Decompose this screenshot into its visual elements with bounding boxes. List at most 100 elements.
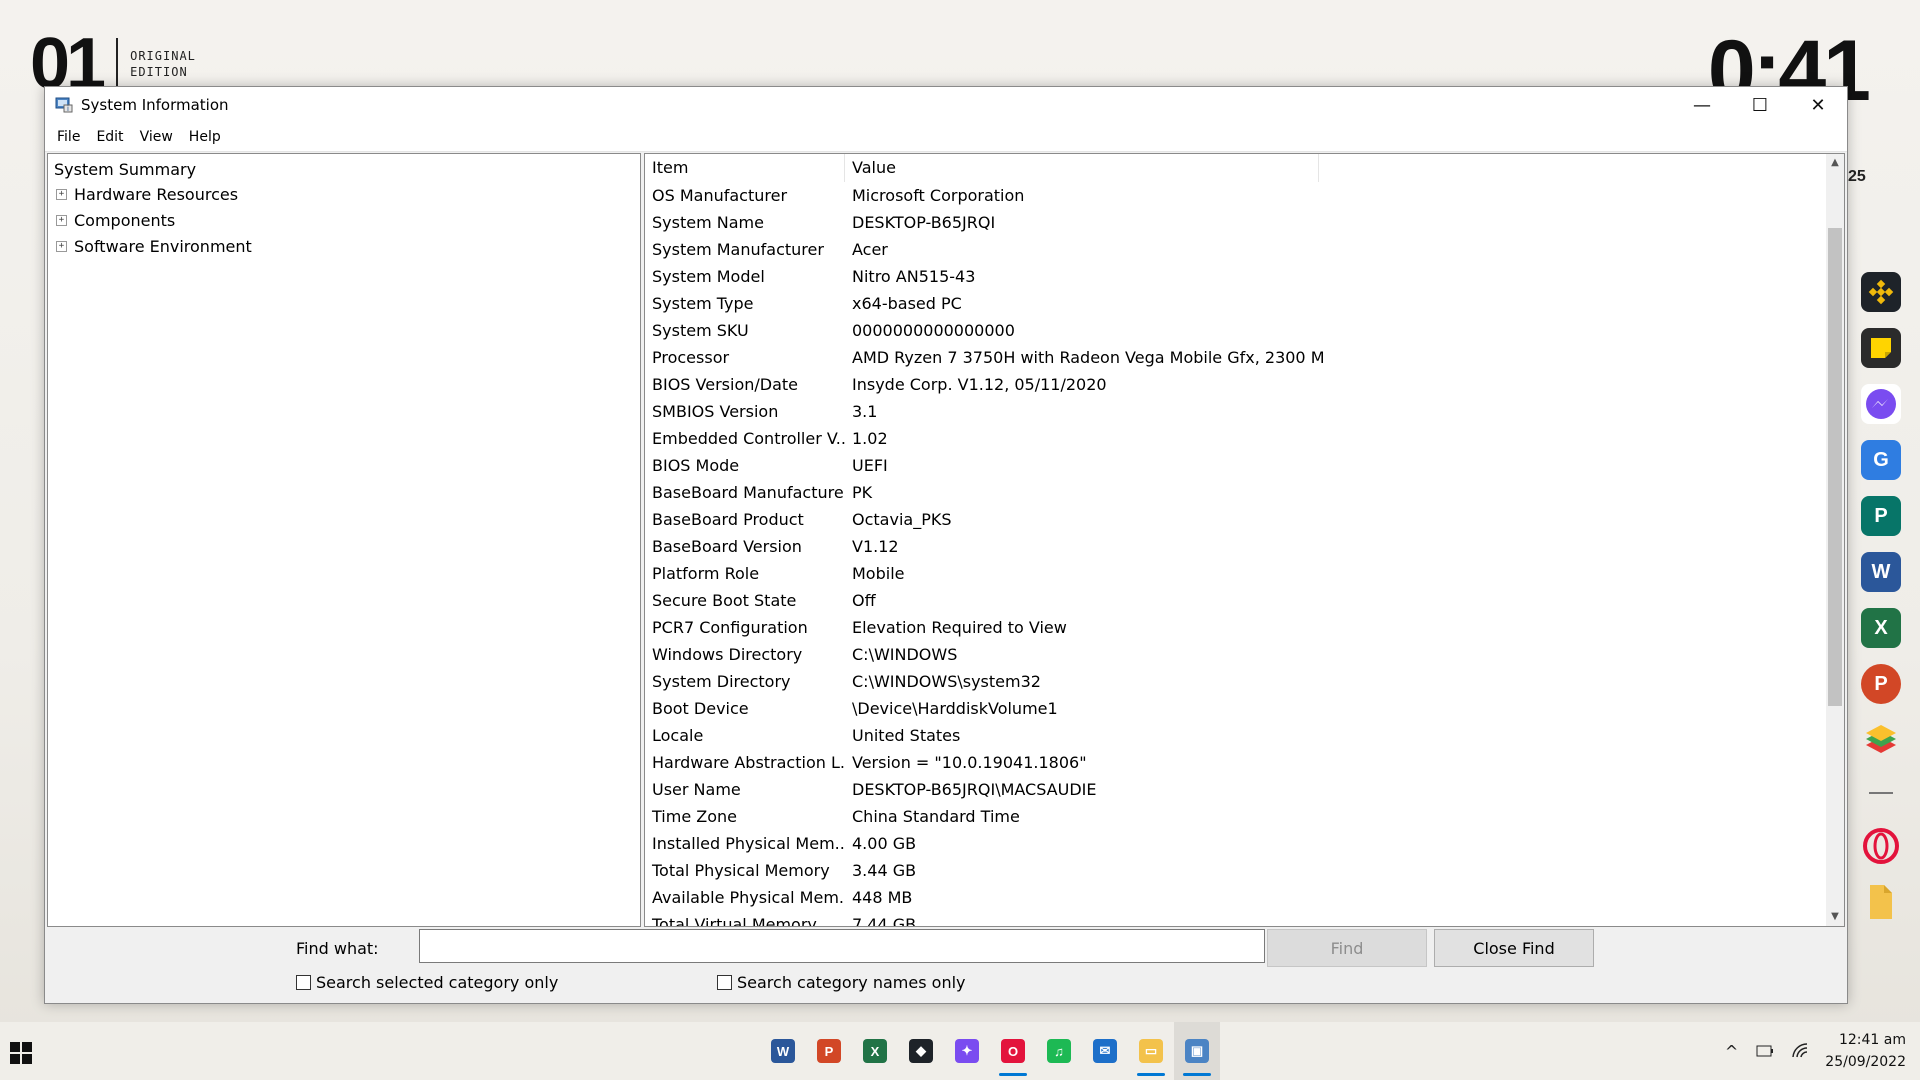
expand-icon[interactable]: + — [56, 215, 67, 226]
messenger-icon[interactable] — [1861, 384, 1901, 424]
cell-value: 7.44 GB — [852, 915, 917, 926]
cell-item: User Name — [652, 780, 741, 799]
column-header-item[interactable]: Item — [645, 154, 845, 182]
sticky-notes-icon[interactable] — [1861, 328, 1901, 368]
cell-item: System SKU — [652, 321, 749, 340]
show-hidden-icons-chevron-icon[interactable]: ^ — [1725, 1042, 1738, 1061]
column-header-value[interactable]: Value — [845, 154, 1319, 182]
scroll-up-icon[interactable]: ▲ — [1826, 154, 1844, 172]
expand-icon[interactable]: + — [56, 189, 67, 200]
expand-icon[interactable]: + — [56, 241, 67, 252]
checkbox-label: Search category names only — [737, 973, 966, 992]
taskbar-clock[interactable]: 12:41 am 25/09/2022 — [1825, 1029, 1906, 1073]
cell-value: 1.02 — [852, 429, 888, 448]
table-row[interactable]: Installed Physical Mem... 4.00 GB — [645, 830, 1825, 857]
taskbar-app-excel[interactable]: X — [852, 1022, 898, 1080]
bluestacks-icon[interactable] — [1861, 720, 1901, 760]
menu-file[interactable]: File — [49, 129, 88, 145]
opera-icon[interactable] — [1861, 826, 1901, 866]
search-category-names-checkbox[interactable]: Search category names only — [717, 973, 966, 992]
dock-separator — [1869, 792, 1893, 794]
checkbox-box[interactable] — [296, 975, 311, 990]
cell-item: System Model — [652, 267, 765, 286]
taskbar-app-binance[interactable]: ◆ — [898, 1022, 944, 1080]
taskbar-app-messenger[interactable]: ✦ — [944, 1022, 990, 1080]
system-information-icon: ▣ — [1185, 1039, 1209, 1063]
find-button[interactable]: Find — [1267, 929, 1427, 967]
table-row[interactable]: System Type x64-based PC — [645, 290, 1825, 317]
table-row[interactable]: OS Manufacturer Microsoft Corporation — [645, 182, 1825, 209]
close-button[interactable]: ✕ — [1789, 87, 1847, 123]
tree-item-components[interactable]: + Components — [56, 211, 175, 230]
taskbar-app-powerpoint[interactable]: P — [806, 1022, 852, 1080]
brand-divider — [116, 38, 119, 90]
excel-icon[interactable]: X — [1861, 608, 1901, 648]
mail-icon: ✉ — [1093, 1039, 1117, 1063]
word-icon[interactable]: W — [1861, 552, 1901, 592]
table-row[interactable]: User Name DESKTOP-B65JRQI\MACSAUDIE — [645, 776, 1825, 803]
tree-item-hardware-resources[interactable]: + Hardware Resources — [56, 185, 238, 204]
taskbar-app-system-information[interactable]: ▣ — [1174, 1022, 1220, 1080]
search-selected-category-checkbox[interactable]: Search selected category only — [296, 973, 558, 992]
table-row[interactable]: Processor AMD Ryzen 7 3750H with Radeon V… — [645, 344, 1825, 371]
table-row[interactable]: System Directory C:\WINDOWS\system32 — [645, 668, 1825, 695]
table-row[interactable]: BaseBoard Product Octavia_PKS — [645, 506, 1825, 533]
table-row[interactable]: BaseBoard Manufacturer PK — [645, 479, 1825, 506]
content-panes: System Summary + Hardware Resources + Co… — [47, 153, 1845, 927]
cell-item: Locale — [652, 726, 704, 745]
system-information-app-icon: i — [55, 97, 73, 113]
table-row[interactable]: Available Physical Mem... 448 MB — [645, 884, 1825, 911]
table-row[interactable]: SMBIOS Version 3.1 — [645, 398, 1825, 425]
cell-item: System Manufacturer — [652, 240, 824, 259]
title-bar[interactable]: i System Information — ☐ ✕ — [45, 87, 1847, 123]
table-row[interactable]: BaseBoard Version V1.12 — [645, 533, 1825, 560]
google-docs-icon[interactable]: G — [1861, 440, 1901, 480]
table-row[interactable]: System Model Nitro AN515-43 — [645, 263, 1825, 290]
powerpoint-icon[interactable]: P — [1861, 664, 1901, 704]
binance-icon[interactable] — [1861, 272, 1901, 312]
table-row[interactable]: Hardware Abstraction L... Version = "10.0… — [645, 749, 1825, 776]
cell-item: SMBIOS Version — [652, 402, 779, 421]
scrollbar-thumb[interactable] — [1828, 228, 1842, 706]
battery-icon[interactable] — [1756, 1045, 1774, 1057]
table-row[interactable]: System Manufacturer Acer — [645, 236, 1825, 263]
tree-item-software-environment[interactable]: + Software Environment — [56, 237, 252, 256]
tree-item-label: Software Environment — [74, 237, 252, 256]
table-row[interactable]: Windows Directory C:\WINDOWS — [645, 641, 1825, 668]
checkbox-box[interactable] — [717, 975, 732, 990]
taskbar-app-spotify[interactable]: ♫ — [1036, 1022, 1082, 1080]
table-row[interactable]: Boot Device \Device\HarddiskVolume1 — [645, 695, 1825, 722]
table-row[interactable]: BIOS Version/Date Insyde Corp. V1.12, 05/… — [645, 371, 1825, 398]
tree-item-system-summary[interactable]: System Summary — [54, 160, 196, 179]
table-row[interactable]: Total Physical Memory 3.44 GB — [645, 857, 1825, 884]
table-row[interactable]: Total Virtual Memory 7.44 GB — [645, 911, 1825, 926]
menu-view[interactable]: View — [132, 129, 181, 145]
svg-text:i: i — [67, 105, 69, 113]
scroll-down-icon[interactable]: ▼ — [1826, 908, 1844, 926]
table-row[interactable]: System Name DESKTOP-B65JRQI — [645, 209, 1825, 236]
find-label: Find what: — [296, 939, 379, 958]
maximize-button[interactable]: ☐ — [1731, 87, 1789, 123]
wifi-icon[interactable] — [1792, 1043, 1810, 1059]
folder-icon[interactable] — [1861, 882, 1901, 922]
table-row[interactable]: System SKU 0000000000000000 — [645, 317, 1825, 344]
menu-help[interactable]: Help — [181, 129, 229, 145]
table-row[interactable]: Platform Role Mobile — [645, 560, 1825, 587]
taskbar-app-mail[interactable]: ✉ — [1082, 1022, 1128, 1080]
windows-start-icon[interactable] — [10, 1042, 32, 1064]
close-find-button[interactable]: Close Find — [1434, 929, 1594, 967]
menu-edit[interactable]: Edit — [88, 129, 131, 145]
table-row[interactable]: BIOS Mode UEFI — [645, 452, 1825, 479]
taskbar-app-word[interactable]: W — [760, 1022, 806, 1080]
table-row[interactable]: Locale United States — [645, 722, 1825, 749]
taskbar-app-opera[interactable]: O — [990, 1022, 1036, 1080]
publisher-icon[interactable]: P — [1861, 496, 1901, 536]
find-input[interactable] — [419, 929, 1265, 963]
table-row[interactable]: PCR7 Configuration Elevation Required to … — [645, 614, 1825, 641]
table-row[interactable]: Time Zone China Standard Time — [645, 803, 1825, 830]
table-row[interactable]: Secure Boot State Off — [645, 587, 1825, 614]
taskbar-app-file-explorer[interactable]: ▭ — [1128, 1022, 1174, 1080]
table-row[interactable]: Embedded Controller V... 1.02 — [645, 425, 1825, 452]
minimize-button[interactable]: — — [1673, 87, 1731, 123]
vertical-scrollbar[interactable]: ▲ ▼ — [1826, 154, 1844, 926]
